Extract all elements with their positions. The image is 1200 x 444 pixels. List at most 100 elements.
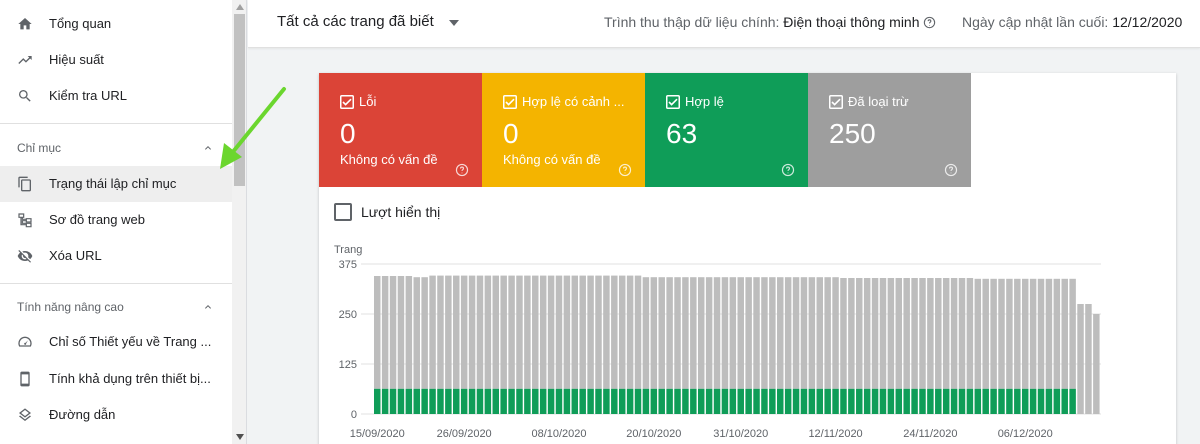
- chevron-up-icon: [205, 305, 211, 309]
- bar-valid: [769, 388, 776, 414]
- bar-excluded: [650, 277, 658, 389]
- bar-valid: [484, 388, 492, 414]
- bar-excluded: [840, 278, 847, 389]
- bar-excluded: [429, 275, 436, 389]
- x-tick-label: 06/12/2020: [998, 428, 1053, 440]
- bar-valid: [674, 388, 681, 414]
- y-tick-label: 250: [339, 309, 357, 321]
- updated-label: Ngày cập nhật lần cuối:: [962, 14, 1109, 30]
- bar-valid: [942, 388, 950, 414]
- sidebar-item-mobile-usability[interactable]: Tính khả dụng trên thiết bị...: [0, 361, 232, 397]
- scroll-up-arrow-icon[interactable]: [236, 4, 244, 10]
- bar-excluded: [895, 278, 903, 389]
- x-tick-label: 12/11/2020: [808, 428, 862, 440]
- sidebar-item-core-web-vitals[interactable]: Chỉ số Thiết yếu về Trang ...: [0, 324, 232, 360]
- bar-valid: [460, 388, 468, 414]
- x-tick-label: 24/11/2020: [903, 428, 957, 440]
- bar-valid: [753, 388, 760, 414]
- crawler-value: Điện thoại thông minh: [783, 14, 920, 30]
- bar-excluded: [524, 275, 531, 389]
- coverage-chart: Trang 0 125 250 375 15/09/2020 26/09/2020 08/10…: [334, 244, 1101, 440]
- sidebar-item-label: Tổng quan: [49, 16, 112, 31]
- bar-excluded: [792, 277, 800, 389]
- bar-excluded: [824, 277, 831, 389]
- bar-valid: [832, 388, 839, 414]
- impressions-checkbox[interactable]: [334, 203, 352, 221]
- primary-crawler-info: Trình thu thập dữ liệu chính: Điện thoại…: [604, 14, 936, 30]
- bar-valid: [911, 388, 918, 414]
- sidebar: Tổng quan Hiệu suất Kiểm tra URL Chỉ mục…: [0, 0, 247, 444]
- tile-valid-with-warnings[interactable]: Hợp lệ có cảnh ... 0 Không có vấn đề: [482, 73, 645, 187]
- bar-valid: [1021, 388, 1029, 414]
- bar-valid: [990, 388, 997, 414]
- bar-excluded: [950, 278, 958, 389]
- bar-valid: [729, 388, 737, 414]
- section-header-advanced[interactable]: Tính năng nâng cao: [0, 291, 232, 321]
- bar-valid: [539, 388, 547, 414]
- help-icon[interactable]: [781, 163, 795, 177]
- bar-excluded: [666, 277, 673, 389]
- help-icon[interactable]: [455, 163, 469, 177]
- bar-excluded: [595, 275, 602, 389]
- bar-excluded: [547, 275, 555, 389]
- bar-excluded: [1045, 278, 1053, 389]
- bar-excluded: [729, 277, 737, 389]
- top-bar: Tất cả các trang đã biết Trình thu thập …: [248, 0, 1200, 48]
- sidebar-item-label: Trạng thái lập chỉ mục: [49, 176, 177, 191]
- bar-excluded: [381, 276, 389, 389]
- bar-valid: [800, 388, 808, 414]
- bar-valid: [982, 388, 989, 414]
- bar-valid: [697, 388, 705, 414]
- bar-valid: [437, 388, 444, 414]
- help-icon[interactable]: [618, 163, 632, 177]
- bar-valid: [532, 388, 539, 414]
- tile-value: 0: [503, 118, 519, 149]
- tile-valid[interactable]: Hợp lệ 63: [645, 73, 808, 187]
- tile-error[interactable]: Lỗi 0 Không có vấn đề: [319, 73, 482, 187]
- help-icon[interactable]: [923, 16, 936, 29]
- bar-excluded: [476, 275, 484, 389]
- bar-excluded: [879, 278, 887, 389]
- bar-valid: [611, 388, 618, 414]
- bar-excluded: [611, 275, 618, 389]
- x-tick-label: 26/09/2020: [437, 428, 492, 440]
- bar-excluded: [516, 275, 523, 389]
- bar-valid: [974, 388, 982, 414]
- bar-excluded: [974, 278, 982, 389]
- bar-excluded: [445, 275, 452, 389]
- last-updated-info: Ngày cập nhật lần cuối: 12/12/2020: [962, 14, 1182, 30]
- bar-excluded: [982, 278, 989, 389]
- bar-excluded: [990, 278, 997, 389]
- bar-excluded: [761, 277, 768, 389]
- checkbox-checked-icon: [503, 95, 517, 109]
- sidebar-item-url-inspection[interactable]: Kiểm tra URL: [0, 78, 232, 114]
- sidebar-item-removals[interactable]: Xóa URL: [0, 238, 232, 274]
- bar-excluded: [942, 278, 950, 389]
- scroll-down-arrow-icon[interactable]: [236, 434, 244, 440]
- bar-valid: [871, 388, 879, 414]
- bar-excluded: [816, 277, 823, 389]
- bar-valid: [721, 388, 729, 414]
- sidebar-item-breadcrumbs[interactable]: Đường dẫn: [0, 397, 232, 433]
- bar-valid: [966, 388, 974, 414]
- bar-valid: [476, 388, 484, 414]
- bar-excluded: [713, 277, 721, 389]
- sidebar-item-performance[interactable]: Hiệu suất: [0, 42, 232, 78]
- bar-valid: [555, 388, 563, 414]
- bar-excluded: [437, 275, 444, 389]
- dropdown-caret-icon[interactable]: [448, 19, 460, 27]
- bar-valid: [547, 388, 555, 414]
- sidebar-item-index-coverage[interactable]: Trạng thái lập chỉ mục: [0, 166, 232, 202]
- tile-excluded[interactable]: Đã loại trừ 250: [808, 73, 971, 187]
- section-header-index[interactable]: Chỉ mục: [0, 132, 232, 162]
- sidebar-item-overview[interactable]: Tổng quan: [0, 6, 232, 42]
- page-filter-select[interactable]: Tất cả các trang đã biết: [277, 13, 434, 30]
- bar-excluded: [919, 278, 926, 389]
- sidebar-item-sitemaps[interactable]: Sơ đồ trang web: [0, 202, 232, 238]
- y-axis-title: Trang: [334, 244, 362, 256]
- bar-excluded: [421, 277, 428, 389]
- bar-valid: [453, 388, 460, 414]
- eye-off-icon: [17, 250, 33, 263]
- help-icon[interactable]: [944, 163, 958, 177]
- sidebar-item-label: Kiểm tra URL: [49, 88, 128, 103]
